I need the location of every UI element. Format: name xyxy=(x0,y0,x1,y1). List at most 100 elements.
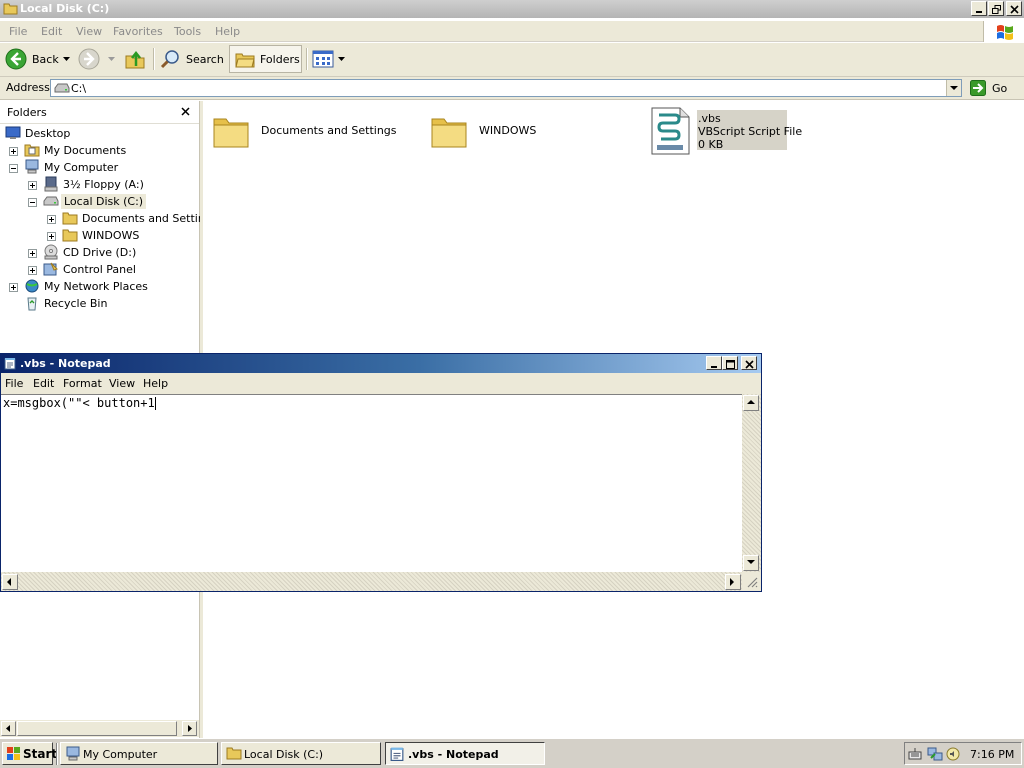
menu-edit[interactable]: Edit xyxy=(41,25,62,38)
tree-expand-toggle[interactable] xyxy=(9,147,18,156)
menu-file[interactable]: File xyxy=(9,25,27,38)
up-folder-button[interactable] xyxy=(122,46,150,72)
chevron-down-icon[interactable] xyxy=(108,57,115,61)
notepad-close-button[interactable] xyxy=(741,356,757,370)
folders-pane-header: Folders xyxy=(0,101,199,124)
file-item-vbs[interactable]: .vbs VBScript Script File 0 KB xyxy=(647,107,802,155)
forward-button[interactable] xyxy=(77,46,119,72)
tree-expand-toggle[interactable] xyxy=(28,266,37,275)
arrow-left-icon xyxy=(6,725,10,732)
tree-expand-toggle[interactable] xyxy=(28,249,37,258)
resize-grip-icon xyxy=(747,577,758,588)
floppy-drive-icon xyxy=(44,176,58,192)
maximize-icon xyxy=(726,360,735,369)
tree-expand-toggle[interactable] xyxy=(28,181,37,190)
up-folder-icon xyxy=(125,50,145,69)
file-item-documents-and-settings[interactable]: Documents and Settings xyxy=(211,109,411,157)
menu-help[interactable]: Help xyxy=(215,25,240,38)
explorer-minimize-button[interactable] xyxy=(971,1,987,16)
address-input[interactable]: C:\ xyxy=(50,79,962,97)
arrow-right-icon xyxy=(188,725,192,732)
explorer-close-button[interactable] xyxy=(1006,1,1022,16)
notepad-maximize-button[interactable] xyxy=(722,356,738,370)
search-button[interactable]: Search xyxy=(158,46,224,72)
folders-pane-title: Folders xyxy=(7,106,47,119)
tree-expand-toggle[interactable] xyxy=(47,215,56,224)
volume-icon[interactable] xyxy=(945,746,961,762)
control-panel-icon xyxy=(43,262,58,276)
folders-button[interactable]: Folders xyxy=(229,45,302,73)
menu-edit[interactable]: Edit xyxy=(33,377,54,390)
start-button[interactable]: Start xyxy=(2,742,57,765)
folder-open-icon xyxy=(226,747,242,760)
chevron-down-icon[interactable] xyxy=(63,57,70,61)
taskbar-button-my-computer[interactable]: My Computer xyxy=(60,742,218,765)
search-label: Search xyxy=(186,53,224,66)
notepad-vscrollbar[interactable] xyxy=(742,394,761,572)
arrow-up-icon xyxy=(747,400,755,404)
my-computer-icon xyxy=(66,746,80,761)
start-label: Start xyxy=(23,747,58,761)
folders-pane-hscrollbar[interactable] xyxy=(0,720,199,737)
notepad-icon xyxy=(390,747,404,761)
go-label: Go xyxy=(992,82,1008,95)
notepad-minimize-button[interactable] xyxy=(706,356,722,370)
tree-collapse-toggle[interactable] xyxy=(28,198,37,207)
scroll-left-button[interactable] xyxy=(1,721,16,736)
menu-view[interactable]: View xyxy=(109,377,135,390)
menu-format[interactable]: Format xyxy=(63,377,102,390)
taskbar-button-notepad[interactable]: .vbs - Notepad xyxy=(385,742,545,765)
scroll-left-button[interactable] xyxy=(2,574,18,590)
taskbar: Start My Computer Local Disk (C:) .vbs -… xyxy=(0,738,1024,768)
address-label: Address xyxy=(6,81,50,94)
folders-label: Folders xyxy=(260,53,300,66)
file-item-windows[interactable]: WINDOWS xyxy=(429,109,579,157)
notepad-text-area[interactable]: x=msgbox(""< button+1 xyxy=(1,394,742,572)
close-icon xyxy=(1010,5,1019,14)
tree-collapse-toggle[interactable] xyxy=(9,164,18,173)
notepad-hscrollbar[interactable] xyxy=(1,572,742,591)
file-name: WINDOWS xyxy=(479,124,537,137)
scroll-up-button[interactable] xyxy=(743,395,759,411)
views-button[interactable] xyxy=(310,46,346,72)
chevron-down-icon[interactable] xyxy=(338,57,345,61)
close-icon[interactable] xyxy=(181,107,190,116)
go-button[interactable]: Go xyxy=(968,79,1018,97)
windows-flag-icon xyxy=(997,25,1013,40)
menu-help[interactable]: Help xyxy=(143,377,168,390)
explorer-title-bar[interactable]: Local Disk (C:) xyxy=(0,0,1024,18)
cd-drive-icon xyxy=(44,244,58,260)
back-button[interactable]: Back xyxy=(3,46,73,72)
menu-file[interactable]: File xyxy=(5,377,23,390)
my-documents-icon xyxy=(24,144,40,157)
network-icon[interactable] xyxy=(927,746,943,762)
scroll-right-button[interactable] xyxy=(725,574,741,590)
scroll-down-button[interactable] xyxy=(743,555,759,571)
address-dropdown-button[interactable] xyxy=(946,80,961,96)
drive-icon xyxy=(43,196,59,206)
taskbar-button-local-disk[interactable]: Local Disk (C:) xyxy=(221,742,381,765)
menu-favorites[interactable]: Favorites xyxy=(113,25,163,38)
address-bar: Address C:\ Go xyxy=(0,77,1024,100)
resize-grip[interactable] xyxy=(742,572,761,591)
tree-expand-toggle[interactable] xyxy=(47,232,56,241)
file-type: VBScript Script File xyxy=(698,125,803,138)
explorer-title: Local Disk (C:) xyxy=(20,2,110,15)
back-label: Back xyxy=(32,53,59,66)
notepad-icon xyxy=(4,358,16,370)
notepad-menu-bar: File Edit Format View Help xyxy=(1,373,761,394)
network-places-icon xyxy=(25,279,39,293)
scroll-thumb[interactable] xyxy=(17,721,177,736)
notepad-title-bar[interactable]: .vbs - Notepad xyxy=(1,354,761,373)
views-icon xyxy=(312,50,334,68)
explorer-restore-button[interactable] xyxy=(988,1,1004,16)
clock[interactable]: 7:16 PM xyxy=(970,748,1014,761)
menu-tools[interactable]: Tools xyxy=(174,25,201,38)
folders-icon xyxy=(235,53,255,68)
tree-expand-toggle[interactable] xyxy=(9,283,18,292)
back-arrow-icon xyxy=(5,48,27,70)
keyboard-icon[interactable] xyxy=(908,747,922,761)
scroll-right-button[interactable] xyxy=(182,721,197,736)
menu-view[interactable]: View xyxy=(76,25,102,38)
restore-icon xyxy=(992,5,1001,14)
